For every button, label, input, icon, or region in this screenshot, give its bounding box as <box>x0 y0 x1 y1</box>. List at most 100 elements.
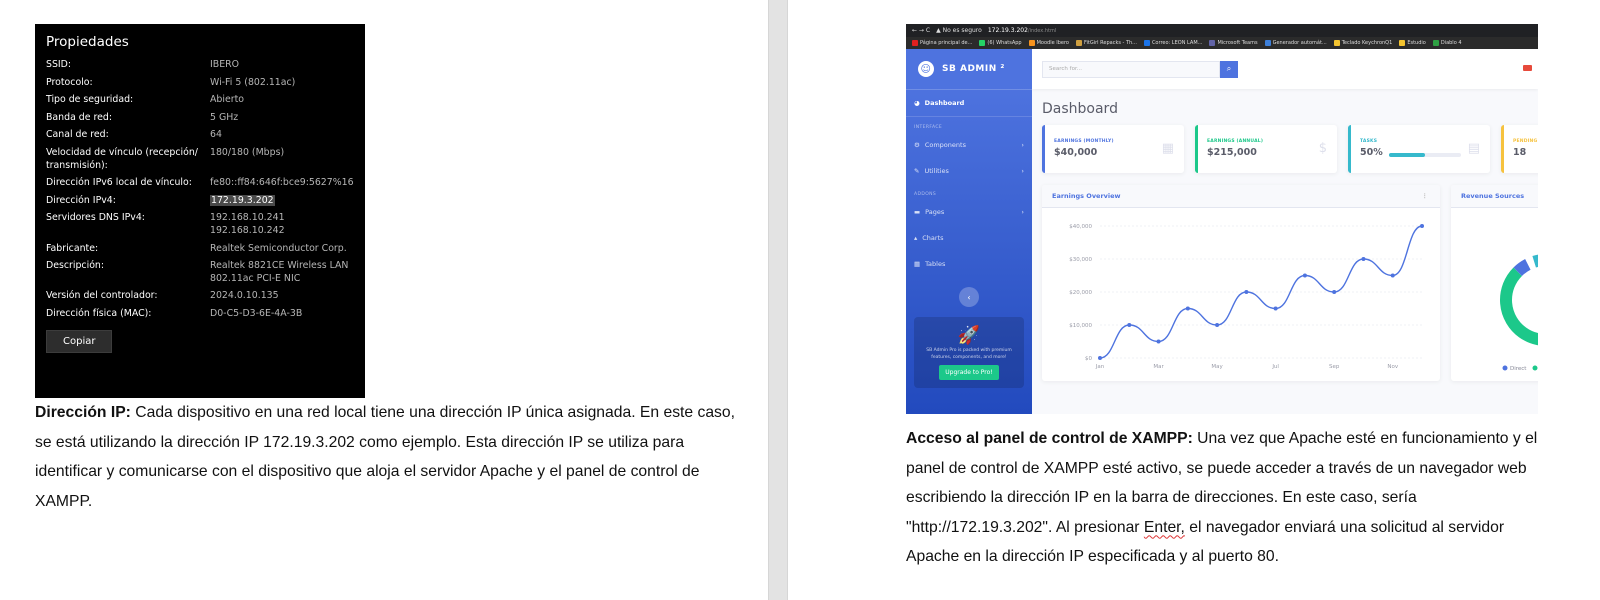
calendar-icon: ▦ <box>1161 141 1174 156</box>
table-icon: ▦ <box>914 260 921 268</box>
security-indicator: ▲ No es seguro <box>936 27 982 34</box>
bookmark-item[interactable]: Teclado KeychronQ1 <box>1333 40 1392 46</box>
bookmark-favicon-icon <box>1264 40 1271 46</box>
x-tick-label: Mar <box>1153 364 1164 370</box>
data-point <box>1332 290 1337 294</box>
stat-card: PENDING18❝ <box>1501 125 1538 173</box>
tasks-progress-bar <box>1389 153 1461 157</box>
data-point <box>1390 273 1395 278</box>
page-gap <box>768 0 788 600</box>
property-row: Banda de red: 5 GHz <box>46 112 354 125</box>
bookmark-item[interactable]: Correo: LEON LAM... <box>1143 40 1202 46</box>
bookmark-item[interactable]: Estudio <box>1399 40 1426 46</box>
chevron-right-icon: › <box>1021 167 1024 175</box>
clipboard-icon: ▤ <box>1467 141 1480 156</box>
x-tick-label: Nov <box>1387 364 1398 370</box>
properties-title: Propiedades <box>46 34 129 50</box>
properties-list: SSID: IBERO Protocolo: Wi-Fi 5 (802.11ac) Ti… <box>46 59 354 321</box>
brand[interactable]: ☺ SB ADMIN ² <box>906 49 1032 90</box>
property-row: Descripción: Realtek 8821CE Wireless LAN … <box>46 260 354 285</box>
bookmark-item[interactable]: Diablo 4 <box>1432 40 1462 46</box>
sb-admin-app: ☺ SB ADMIN ² ◕ Dashboard INTERFACE ⚙ Compo… <box>906 49 1538 414</box>
data-point <box>1127 323 1132 327</box>
search-button[interactable]: ⌕ <box>1220 60 1238 78</box>
bookmark-favicon-icon <box>1143 40 1150 46</box>
right-page: ← → C ▲ No es seguro 172.19.3.202/index.… <box>788 0 1600 600</box>
bookmark-item[interactable]: Moodle Ibero <box>1028 40 1069 46</box>
property-key: Banda de red: <box>46 111 113 123</box>
property-key: Servidores DNS IPv4: <box>46 212 145 224</box>
property-value: 64 <box>210 129 222 141</box>
property-row: Dirección física (MAC): D0-C5-D3-6E-4A-3B <box>46 308 354 321</box>
property-key: Canal de red: <box>46 129 109 141</box>
property-value: Realtek 8821CE Wireless LAN 802.11ac PCI… <box>210 260 349 284</box>
property-key: Velocidad de vínculo (recepción/ transmi… <box>46 146 198 171</box>
earnings-overview-panel: Earnings Overview ⋮ $0 $10,000 $20,000 $30,0… <box>1042 185 1440 381</box>
x-tick-label: Jan <box>1095 364 1105 370</box>
property-key: Dirección IPv4: <box>46 194 116 206</box>
property-value: fe80::ff84:646f:bce9:5627%16 <box>210 177 354 189</box>
main-content: Search for... ⌕ Dashboard EARNINGS (MONT… <box>1032 49 1538 414</box>
sidebar-item-tables[interactable]: ▦ Tables <box>906 251 1032 277</box>
rocket-icon: 🚀 <box>957 325 981 346</box>
property-row: Dirección IPv6 local de vínculo: fe80::ff… <box>46 177 354 190</box>
y-tick-label: $20,000 <box>1069 290 1092 296</box>
paragraph-heading: Acceso al panel de control de XAMPP: <box>906 430 1193 447</box>
bookmark-item[interactable]: Microsoft Teams <box>1209 40 1258 46</box>
sidebar-toggle-button[interactable]: ‹ <box>959 287 979 307</box>
browser-toolbar: ← → C ▲ No es seguro 172.19.3.202/index.… <box>906 24 1538 37</box>
bookmark-item[interactable]: (6) WhatsApp <box>979 40 1022 46</box>
sidebar-heading-addons: ADDONS <box>914 192 937 197</box>
sidebar-item-dashboard[interactable]: ◕ Dashboard <box>906 90 1032 117</box>
stat-card-value: $40,000 <box>1054 147 1098 158</box>
sidebar-item-utilities[interactable]: ✎ Utilities › <box>906 158 1032 184</box>
nav-buttons[interactable]: ← → C <box>912 27 930 34</box>
data-point <box>1185 306 1190 311</box>
property-value: 5 GHz <box>210 111 239 123</box>
upgrade-button[interactable]: Upgrade to Pro! <box>939 365 999 380</box>
property-key: SSID: <box>46 59 72 70</box>
sidebar-item-components[interactable]: ⚙ Components › <box>906 132 1032 158</box>
data-point <box>1244 290 1249 294</box>
property-row: SSID: IBERO <box>46 59 354 72</box>
property-row: Protocolo: Wi-Fi 5 (802.11ac) <box>46 77 354 90</box>
y-tick-label: $30,000 <box>1069 257 1092 263</box>
earnings-line-chart: $0 $10,000 $20,000 $30,000 $40,000 Jan Mar May J… <box>1069 224 1424 370</box>
property-key: Versión del controlador: <box>46 290 158 302</box>
bookmark-item[interactable]: Página principal de... <box>912 40 972 46</box>
more-vertical-icon[interactable]: ⋮ <box>1422 192 1429 200</box>
property-value: 192.168.10.241 192.168.10.242 <box>210 212 285 236</box>
ip-address-paragraph: Dirección IP: Cada dispositivo en una re… <box>35 398 735 516</box>
stat-card-label: EARNINGS (ANNUAL) <box>1207 139 1264 144</box>
y-tick-label: $0 <box>1085 356 1092 362</box>
sidebar-item-pages[interactable]: ▬ Pages › <box>906 199 1032 225</box>
y-tick-label: $10,000 <box>1069 323 1092 329</box>
search-input[interactable]: Search for... <box>1042 60 1220 78</box>
legend-label: Direct <box>1510 366 1527 372</box>
property-row: Versión del controlador: 2024.0.10.135 <box>46 290 354 303</box>
property-value: 2024.0.10.135 <box>210 290 279 302</box>
property-row: Tipo de seguridad: Abierto <box>46 94 354 107</box>
property-row: Servidores DNS IPv4: 192.168.10.241 192.1… <box>46 212 354 237</box>
promo-text: SB Admin Pro is packed with premium feat… <box>926 348 1012 360</box>
donut-segment <box>1513 259 1531 277</box>
bookmark-item[interactable]: FitGirl Repacks - Th... <box>1075 40 1137 46</box>
sidebar-promo-card: 🚀 SB Admin Pro is packed with premium fe… <box>914 317 1024 388</box>
left-page: Propiedades SSID: IBERO Protocolo: Wi-Fi 5 … <box>0 0 768 600</box>
highlighted-ipv4[interactable]: 172.19.3.202 <box>210 194 275 206</box>
alerts-icon[interactable] <box>1523 65 1532 71</box>
revenue-title: Revenue Sources <box>1461 192 1525 200</box>
property-row: Fabricante: Realtek Semiconductor Corp. <box>46 243 354 256</box>
data-point <box>1302 273 1307 278</box>
property-key: Protocolo: <box>46 76 93 88</box>
copy-button[interactable]: Copiar <box>46 329 113 353</box>
property-key: Dirección IPv6 local de vínculo: <box>46 177 192 189</box>
chart-panels: Earnings Overview ⋮ $0 $10,000 $20,000 $30,0… <box>1042 185 1538 381</box>
chevron-right-icon: › <box>1021 141 1024 149</box>
bookmark-item[interactable]: Generador automát... <box>1264 40 1327 46</box>
bookmark-favicon-icon <box>979 40 986 46</box>
bookmark-favicon-icon <box>1209 40 1216 46</box>
sidebar-item-charts[interactable]: ▴ Charts <box>906 225 1032 251</box>
paragraph-text: Cada dispositivo en una red local tiene … <box>35 404 735 510</box>
address-bar[interactable]: 172.19.3.202/index.html <box>988 27 1056 34</box>
